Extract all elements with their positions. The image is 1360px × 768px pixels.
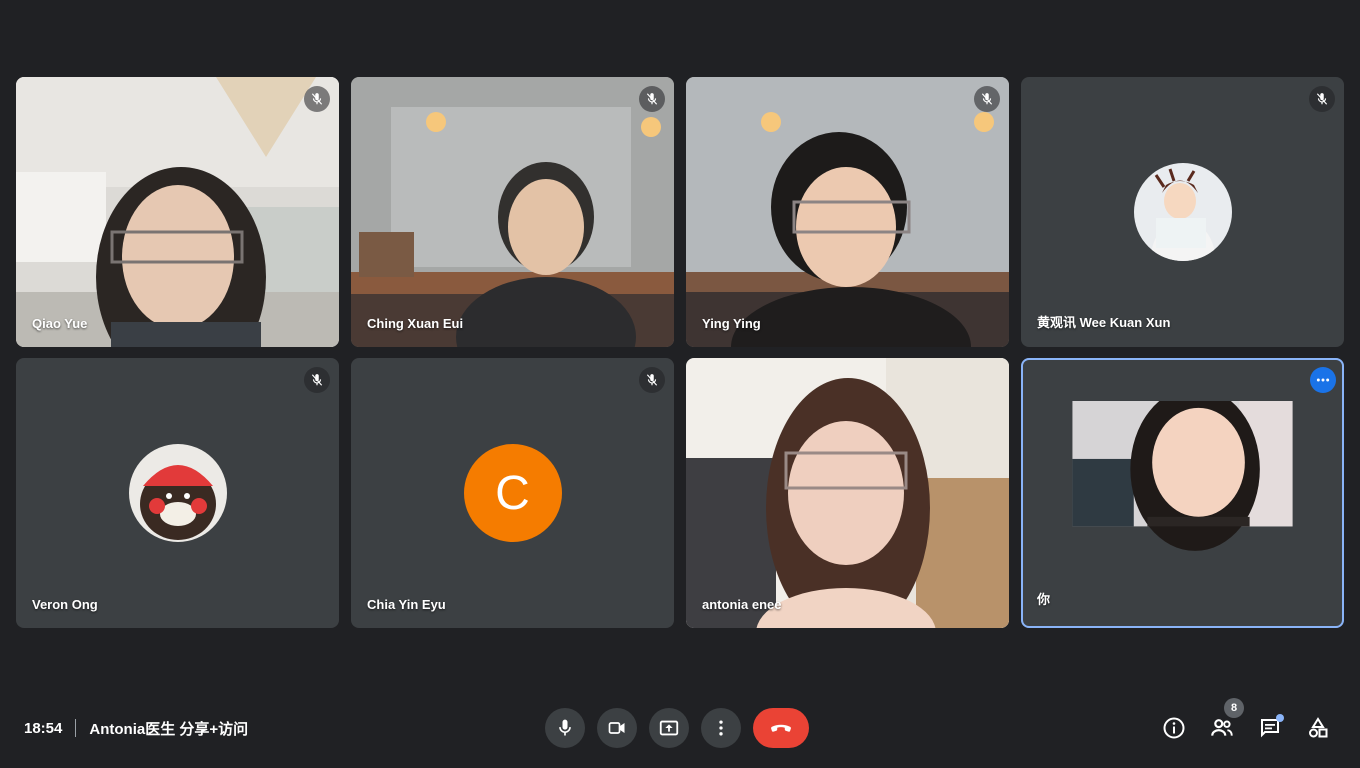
participant-name: Qiao Yue — [32, 316, 88, 331]
chat-button[interactable] — [1254, 712, 1286, 744]
mic-off-icon — [639, 367, 665, 393]
mic-icon — [559, 719, 571, 736]
camera-button[interactable] — [597, 708, 637, 748]
activities-icon — [1309, 717, 1328, 738]
mic-off-icon — [304, 86, 330, 112]
participant-name: 你 — [1037, 592, 1051, 607]
participant-tile-qiao-yue[interactable]: Qiao Yue — [16, 77, 339, 347]
profile-avatar — [128, 444, 227, 542]
participant-name: Ching Xuan Eui — [367, 316, 464, 331]
info-icon — [1163, 717, 1185, 739]
mic-off-icon — [974, 86, 1000, 112]
participant-tile-ching-xuan-eui[interactable]: Ching Xuan Eui — [351, 77, 674, 347]
people-count-badge: 8 — [1224, 698, 1244, 718]
videocam-icon — [608, 722, 625, 734]
participant-video — [351, 77, 674, 347]
meeting-title: Antonia医生 分享+访问 — [89, 720, 249, 738]
leave-call-button[interactable] — [753, 708, 809, 748]
participant-name: Veron Ong — [32, 597, 98, 612]
participant-tile-self[interactable]: 你 — [1021, 358, 1344, 628]
participant-video — [686, 358, 1009, 628]
participant-video — [16, 77, 339, 347]
letter-avatar: C — [463, 444, 562, 542]
unread-indicator — [1276, 714, 1284, 722]
microphone-button[interactable] — [545, 708, 585, 748]
mic-off-icon — [304, 367, 330, 393]
participant-tile-veron-ong[interactable]: Veron Ong — [16, 358, 339, 628]
mic-off-icon — [1309, 86, 1335, 112]
call-end-icon — [771, 724, 791, 732]
participant-name: Ying Ying — [702, 316, 761, 331]
divider — [75, 719, 77, 737]
more-options-button[interactable] — [701, 708, 741, 748]
participant-tile-chia-yin-eyu[interactable]: C Chia Yin Eyu — [351, 358, 674, 628]
more-options-button[interactable] — [1310, 367, 1336, 393]
participant-name: antonia enee — [702, 597, 782, 612]
meeting-details-button[interactable] — [1158, 712, 1190, 744]
people-icon — [1211, 719, 1233, 736]
meeting-time: 18:54 — [24, 719, 63, 737]
profile-avatar — [1133, 163, 1232, 261]
participant-tile-wee-kuan-xun[interactable]: 黄观讯 Wee Kuan Xun — [1021, 77, 1344, 347]
more-vert-icon — [719, 720, 723, 736]
self-video — [1072, 401, 1293, 551]
present-screen-icon — [659, 720, 679, 736]
participant-name: Chia Yin Eyu — [367, 597, 446, 612]
participant-tile-ying-ying[interactable]: Ying Ying — [686, 77, 1009, 347]
people-button[interactable]: 8 — [1206, 698, 1244, 744]
participant-video — [686, 77, 1009, 347]
meeting-details: 18:54 Antonia医生 分享+访问 — [24, 716, 248, 740]
present-screen-button[interactable] — [649, 708, 689, 748]
mic-off-icon — [639, 86, 665, 112]
activities-button[interactable] — [1302, 712, 1334, 744]
participant-tile-antonia-enee[interactable]: antonia enee — [686, 358, 1009, 628]
participant-name: 黄观讯 Wee Kuan Xun — [1037, 315, 1171, 330]
